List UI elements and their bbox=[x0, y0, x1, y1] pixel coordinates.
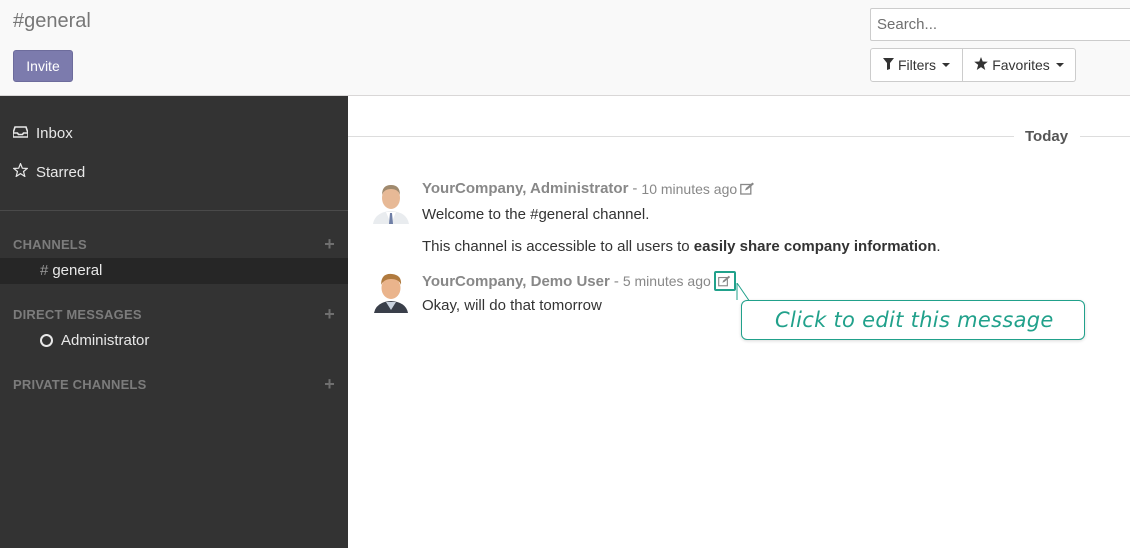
channels-header: CHANNELS + bbox=[13, 235, 335, 253]
channel-name: general bbox=[52, 262, 103, 279]
message-body: Welcome to the #general channel. bbox=[422, 206, 650, 223]
favorites-label: Favorites bbox=[992, 57, 1050, 73]
control-panel: #general Invite Filters Favorites bbox=[0, 0, 1130, 96]
edit-message-icon[interactable] bbox=[740, 182, 755, 195]
sidebar-item-label: Starred bbox=[36, 163, 86, 181]
message-author[interactable]: YourCompany, Demo User bbox=[422, 273, 610, 290]
star-icon bbox=[974, 57, 989, 73]
avatar[interactable] bbox=[371, 180, 411, 224]
sidebar-item-administrator[interactable]: Administrator bbox=[40, 332, 149, 349]
invite-button[interactable]: Invite bbox=[13, 50, 73, 82]
tooltip: Click to edit this message bbox=[741, 300, 1085, 340]
direct-messages-header: DIRECT MESSAGES + bbox=[13, 305, 335, 323]
sidebar-divider bbox=[0, 210, 348, 211]
message-body: Okay, will do that tomorrow bbox=[422, 297, 602, 314]
dm-header-label: DIRECT MESSAGES bbox=[13, 306, 142, 322]
message-author[interactable]: YourCompany, Administrator bbox=[422, 180, 628, 197]
search-options: Filters Favorites bbox=[870, 48, 1076, 82]
sidebar-item-inbox[interactable]: Inbox bbox=[12, 125, 73, 142]
page-title: #general bbox=[13, 10, 91, 32]
add-direct-message-button[interactable]: + bbox=[324, 305, 335, 323]
edit-message-icon[interactable] bbox=[713, 271, 736, 291]
avatar[interactable] bbox=[371, 269, 411, 313]
search-input[interactable] bbox=[871, 9, 1130, 40]
date-separator: Today bbox=[348, 126, 1130, 146]
filters-button[interactable]: Filters bbox=[870, 48, 963, 82]
private-header-label: PRIVATE CHANNELS bbox=[13, 376, 147, 392]
star-outline-icon bbox=[12, 161, 29, 181]
message-header: YourCompany, Demo User - 5 minutes ago bbox=[422, 271, 736, 291]
sidebar-item-label: Inbox bbox=[36, 125, 73, 142]
favorites-button[interactable]: Favorites bbox=[963, 48, 1076, 82]
filters-label: Filters bbox=[897, 57, 937, 73]
tooltip-text: Click to edit this message bbox=[775, 308, 1054, 332]
message-timestamp: 10 minutes ago bbox=[641, 180, 738, 197]
offline-status-icon bbox=[40, 334, 53, 347]
dm-name: Administrator bbox=[61, 332, 150, 349]
message-timestamp: 5 minutes ago bbox=[622, 273, 711, 289]
message-thread: Today YourCompany, Administrator - 10 mi… bbox=[348, 96, 1130, 548]
message-body: This channel is accessible to all users … bbox=[422, 238, 941, 255]
sidebar-item-general[interactable]: # general bbox=[40, 262, 102, 279]
inbox-icon bbox=[12, 125, 29, 142]
message-header: YourCompany, Administrator - 10 minutes … bbox=[422, 180, 755, 197]
sidebar: Inbox Starred CHANNELS + # general DIREC… bbox=[0, 96, 348, 548]
chevron-down-icon bbox=[1055, 63, 1064, 67]
chevron-down-icon bbox=[942, 63, 951, 67]
channels-header-label: CHANNELS bbox=[13, 236, 87, 252]
sidebar-item-starred[interactable]: Starred bbox=[12, 161, 86, 181]
add-private-channel-button[interactable]: + bbox=[324, 375, 335, 393]
private-channels-header: PRIVATE CHANNELS + bbox=[13, 375, 335, 393]
filter-icon bbox=[882, 57, 894, 73]
search-box[interactable] bbox=[870, 8, 1130, 41]
hash-icon: # bbox=[40, 262, 49, 279]
add-channel-button[interactable]: + bbox=[324, 235, 335, 253]
date-label: Today bbox=[1025, 128, 1069, 145]
